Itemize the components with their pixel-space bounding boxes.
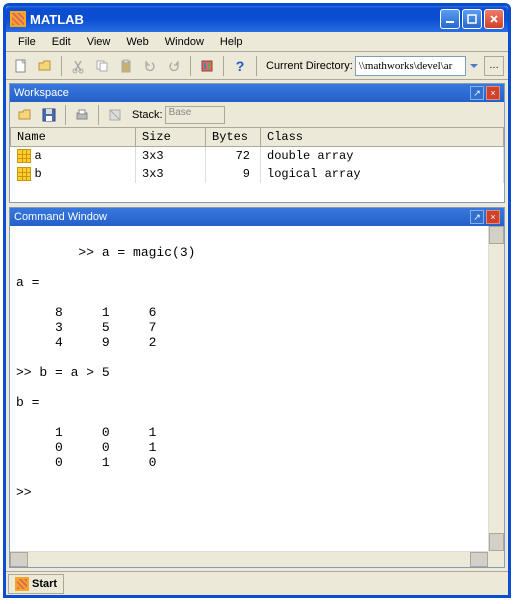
main-window: MATLAB File Edit View Web Window Help ? …	[3, 3, 511, 598]
open-var-button[interactable]	[14, 104, 36, 126]
command-window-header[interactable]: Command Window ↗ ×	[10, 208, 504, 226]
workspace-toolbar: Stack: Base	[10, 102, 504, 128]
separator	[61, 56, 62, 76]
start-label: Start	[32, 578, 57, 590]
workspace-panel: Workspace ↗ × Stack: Base Name Size Byte…	[9, 83, 505, 203]
var-bytes: 9	[206, 165, 261, 183]
window-title: MATLAB	[30, 12, 440, 27]
open-file-button[interactable]	[34, 55, 56, 77]
col-size[interactable]: Size	[136, 128, 206, 147]
workspace-table: Name Size Bytes Class a 3x3 72 double ar…	[10, 128, 504, 183]
col-bytes[interactable]: Bytes	[206, 128, 261, 147]
save-ws-button[interactable]	[38, 104, 60, 126]
current-directory-input[interactable]	[355, 56, 466, 76]
undock-icon[interactable]: ↗	[470, 210, 484, 224]
stack-label: Stack:	[132, 109, 163, 121]
stack-select[interactable]: Base	[165, 106, 225, 124]
help-button[interactable]: ?	[229, 55, 251, 77]
horizontal-scrollbar[interactable]	[10, 551, 488, 567]
titlebar[interactable]: MATLAB	[6, 6, 508, 32]
col-class[interactable]: Class	[261, 128, 504, 147]
separator	[223, 56, 224, 76]
toolbar: ? Current Directory: …	[6, 52, 508, 80]
var-bytes: 72	[206, 147, 261, 166]
panel-close-button[interactable]: ×	[486, 210, 500, 224]
new-file-button[interactable]	[10, 55, 32, 77]
menu-window[interactable]: Window	[157, 34, 212, 50]
vertical-scrollbar[interactable]	[488, 226, 504, 551]
command-output[interactable]: >> a = magic(3) a = 8 1 6 3 5 7 4 9 2 >>…	[16, 245, 195, 500]
separator	[256, 56, 257, 76]
undock-icon[interactable]: ↗	[470, 86, 484, 100]
menu-help[interactable]: Help	[212, 34, 251, 50]
copy-button[interactable]	[91, 55, 113, 77]
close-button[interactable]	[484, 9, 504, 29]
panel-close-button[interactable]: ×	[486, 86, 500, 100]
table-row[interactable]: b 3x3 9 logical array	[11, 165, 504, 183]
separator	[98, 105, 99, 125]
table-header-row: Name Size Bytes Class	[11, 128, 504, 147]
window-controls	[440, 9, 504, 29]
var-size: 3x3	[136, 165, 206, 183]
col-name[interactable]: Name	[11, 128, 136, 147]
var-class: logical array	[261, 165, 504, 183]
array-icon	[17, 149, 31, 163]
paste-button[interactable]	[115, 55, 137, 77]
array-icon	[17, 167, 31, 181]
command-window-body[interactable]: >> a = magic(3) a = 8 1 6 3 5 7 4 9 2 >>…	[10, 226, 504, 567]
menubar: File Edit View Web Window Help	[6, 32, 508, 52]
delete-var-button[interactable]	[104, 104, 126, 126]
var-name: a	[35, 149, 42, 163]
var-size: 3x3	[136, 147, 206, 166]
menu-edit[interactable]: Edit	[44, 34, 79, 50]
var-class: double array	[261, 147, 504, 166]
var-name: b	[35, 167, 42, 181]
dropdown-icon[interactable]	[468, 57, 480, 75]
undo-button[interactable]	[139, 55, 161, 77]
separator	[190, 56, 191, 76]
simulink-button[interactable]	[196, 55, 218, 77]
start-button[interactable]: Start	[8, 574, 64, 594]
menu-file[interactable]: File	[10, 34, 44, 50]
table-row[interactable]: a 3x3 72 double array	[11, 147, 504, 166]
matlab-icon	[15, 577, 29, 591]
command-window-title: Command Window	[14, 211, 468, 223]
matlab-icon	[10, 11, 26, 27]
statusbar: Start	[6, 571, 508, 595]
current-directory-label: Current Directory:	[266, 60, 353, 72]
panels-area: Workspace ↗ × Stack: Base Name Size Byte…	[6, 80, 508, 571]
redo-button[interactable]	[163, 55, 185, 77]
minimize-button[interactable]	[440, 9, 460, 29]
browse-button[interactable]: …	[484, 56, 504, 76]
menu-view[interactable]: View	[79, 34, 119, 50]
separator	[65, 105, 66, 125]
print-ws-button[interactable]	[71, 104, 93, 126]
maximize-button[interactable]	[462, 9, 482, 29]
cut-button[interactable]	[67, 55, 89, 77]
svg-text:?: ?	[236, 58, 245, 74]
scroll-corner	[488, 551, 504, 567]
menu-web[interactable]: Web	[118, 34, 156, 50]
workspace-panel-title: Workspace	[14, 87, 468, 99]
command-window-panel: Command Window ↗ × >> a = magic(3) a = 8…	[9, 207, 505, 568]
workspace-panel-header[interactable]: Workspace ↗ ×	[10, 84, 504, 102]
